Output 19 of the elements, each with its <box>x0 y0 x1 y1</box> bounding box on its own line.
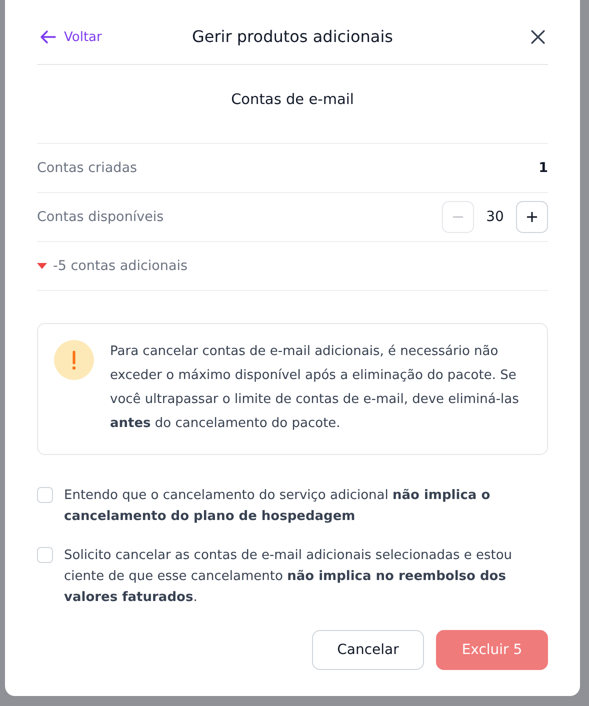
close-icon[interactable] <box>530 29 546 45</box>
arrow-left-icon <box>39 28 57 46</box>
checkbox[interactable] <box>37 487 53 503</box>
checkbox[interactable] <box>37 547 53 563</box>
warning-icon <box>54 340 94 380</box>
plus-icon <box>526 211 538 223</box>
dialog-title: Gerir produtos adicionais <box>192 26 394 46</box>
row-label: Contas disponíveis <box>37 209 164 225</box>
row-value: 1 <box>538 160 548 176</box>
section-title: Contas de e-mail <box>37 65 548 144</box>
back-link[interactable]: Voltar <box>39 28 102 46</box>
change-label: -5 contas adicionais <box>53 258 188 274</box>
row-label: Contas criadas <box>37 160 138 176</box>
cancel-button[interactable]: Cancelar <box>312 630 424 670</box>
checkbox-label: Solicito cancelar as contas de e-mail adicionais selecionadas e estou ciente de que esse cancelamento não implica no reembolso dos valores faturados. <box>64 547 514 607</box>
increment-button[interactable] <box>516 201 548 233</box>
quantity-value: 30 <box>485 209 505 225</box>
checkbox-label: Entendo que o cancelamento do serviço adicional não implica o cancelamento do plano de hospedagem <box>64 487 492 526</box>
warning-text: Para cancelar contas de e-mail adicionais, é necessário não exceder o máximo disponível após a eliminação do pacote. Se você ultrapassar o limite de contas de e-mail, deve eliminá-las antes do cancelamento do pacote. <box>110 343 520 433</box>
